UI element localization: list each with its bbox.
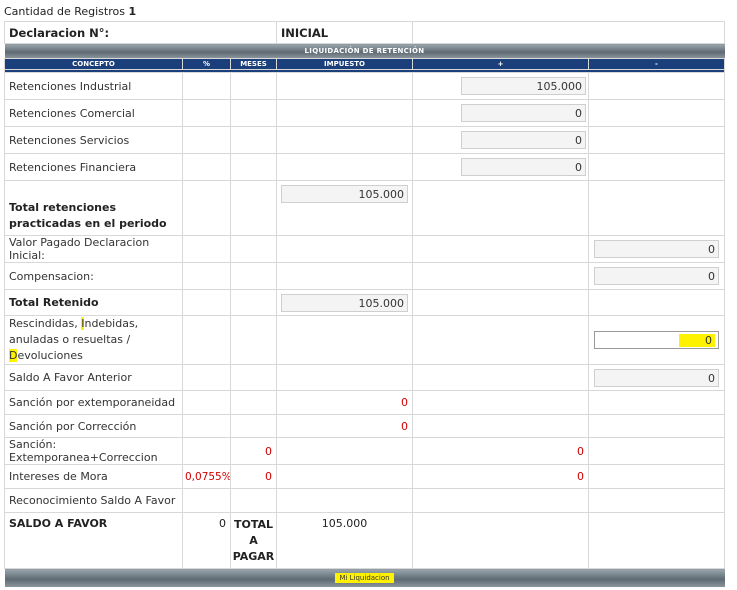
label-total-pagar: TOTAL A PAGAR — [230, 512, 277, 569]
row-total-retenciones: Total retenciones practicadas en el peri… — [4, 180, 725, 236]
input-ret-servicios[interactable]: 0 — [461, 131, 586, 149]
col-impuesto: IMPUESTO — [276, 58, 413, 70]
label-sancion-both: Sanción: Extemporanea+Correccion — [4, 437, 183, 465]
label-intereses: Intereses de Mora — [4, 464, 183, 489]
sancion-both-plus: 0 — [412, 437, 589, 465]
row-reconocimiento: Reconocimiento Saldo A Favor — [4, 488, 725, 513]
row-rescindidas: Rescindidas, Indebidas, anuladas o resue… — [4, 315, 725, 365]
saldo-favor-value: 0 — [182, 512, 231, 569]
rescindidas-value: 0 — [679, 334, 715, 347]
col-plus: + — [412, 58, 589, 70]
col-concepto: CONCEPTO — [4, 58, 183, 70]
input-valor-pagado[interactable]: 0 — [594, 240, 719, 258]
label-rescindidas: Rescindidas, Indebidas, anuladas o resue… — [4, 315, 183, 365]
records-count: Cantidad de Registros 1 — [4, 5, 136, 18]
total-retenido-value: 105.000 — [281, 293, 408, 312]
row-sancion-ext: Sanción por extemporaneidad 0 — [4, 390, 725, 415]
label-ret-servicios: Retenciones Servicios — [4, 126, 183, 154]
section-band-title: LIQUIDACIÓN DE RETENCIÓN — [4, 43, 725, 59]
row-saldo-favor: SALDO A FAVOR 0 TOTAL A PAGAR 105.000 — [4, 512, 725, 569]
declaration-empty — [412, 21, 725, 44]
row-ret-financiera: Retenciones Financiera 0 — [4, 153, 725, 181]
row-saldo-anterior: Saldo A Favor Anterior 0 — [4, 364, 725, 391]
label-ret-financiera: Retenciones Financiera — [4, 153, 183, 181]
intereses-pct: 0,0755% — [182, 464, 231, 489]
col-minus: - — [588, 58, 725, 70]
label-valor-pagado: Valor Pagado Declaracion Inicial: — [4, 235, 183, 263]
label-saldo-favor: SALDO A FAVOR — [4, 512, 183, 569]
sancion-ext-value: 0 — [276, 390, 413, 415]
label-reconocimiento: Reconocimiento Saldo A Favor — [4, 488, 183, 513]
label-ret-comercial: Retenciones Comercial — [4, 99, 183, 127]
mi-liquidacion-button[interactable]: Mi Liquidacion — [335, 573, 394, 583]
row-ret-servicios: Retenciones Servicios 0 — [4, 126, 725, 154]
label-compensacion: Compensacion: — [4, 262, 183, 290]
label-total-retenciones: Total retenciones practicadas en el peri… — [4, 180, 183, 236]
label-sancion-corr: Sanción por Corrección — [4, 414, 183, 438]
input-ret-comercial[interactable]: 0 — [461, 104, 586, 122]
label-sancion-ext: Sanción por extemporaneidad — [4, 390, 183, 415]
input-saldo-anterior[interactable]: 0 — [594, 368, 719, 387]
rescindidas-part-1: Rescindidas, — [9, 317, 82, 330]
rescindidas-part-3: evoluciones — [17, 349, 83, 362]
input-compensacion[interactable]: 0 — [594, 267, 719, 285]
total-pagar-value: 105.000 — [276, 512, 413, 569]
intereses-plus: 0 — [412, 464, 589, 489]
input-ret-industrial[interactable]: 105.000 — [461, 77, 586, 95]
total-retenciones-value: 105.000 — [281, 185, 408, 203]
liquidation-form: Declaracion N°: INICIAL LIQUIDACIÓN DE R… — [4, 21, 725, 587]
column-headers: CONCEPTO % MESES IMPUESTO + - — [4, 58, 725, 70]
label-ret-industrial: Retenciones Industrial — [4, 72, 183, 100]
label-total-retenido: Total Retenido — [4, 289, 183, 316]
declaration-number-label: Declaracion N°: — [4, 21, 277, 44]
row-valor-pagado: Valor Pagado Declaracion Inicial: 0 — [4, 235, 725, 263]
records-count-label: Cantidad de Registros — [4, 5, 125, 18]
row-ret-comercial: Retenciones Comercial 0 — [4, 99, 725, 127]
col-meses: MESES — [230, 58, 277, 70]
row-ret-industrial: Retenciones Industrial 105.000 — [4, 72, 725, 100]
sancion-both-meses: 0 — [230, 437, 277, 465]
row-intereses: Intereses de Mora 0,0755% 0 0 — [4, 464, 725, 489]
row-compensacion: Compensacion: 0 — [4, 262, 725, 290]
footer-band: Mi Liquidacion — [4, 568, 725, 587]
declaration-row: Declaracion N°: INICIAL — [4, 21, 725, 44]
declaration-type: INICIAL — [276, 21, 413, 44]
label-saldo-anterior: Saldo A Favor Anterior — [4, 364, 183, 391]
intereses-meses: 0 — [230, 464, 277, 489]
col-pct: % — [182, 58, 231, 70]
input-ret-financiera[interactable]: 0 — [461, 158, 586, 176]
row-sancion-both: Sanción: Extemporanea+Correccion 0 0 — [4, 437, 725, 465]
records-count-value: 1 — [128, 5, 137, 18]
row-sancion-corr: Sanción por Corrección 0 — [4, 414, 725, 438]
sancion-corr-value: 0 — [276, 414, 413, 438]
input-rescindidas[interactable]: 0 — [594, 331, 719, 349]
row-total-retenido: Total Retenido 105.000 — [4, 289, 725, 316]
